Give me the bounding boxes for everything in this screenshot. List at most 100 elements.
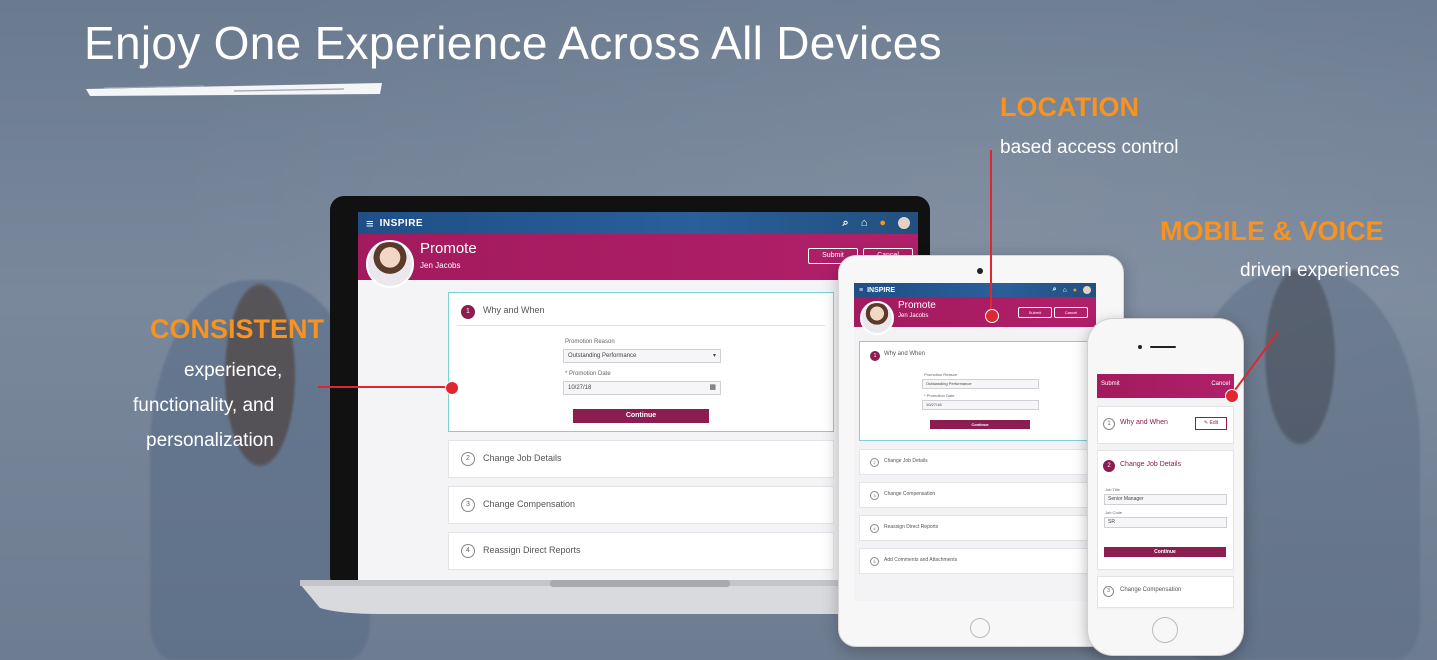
brand-logo: INSPIRE xyxy=(867,286,896,294)
step-card-change-job-details: 2 Change Job Details Job Title Senior Ma… xyxy=(1097,450,1234,570)
mobile-pointer-dot xyxy=(1225,389,1239,403)
cancel-button[interactable]: Cancel xyxy=(1054,307,1088,318)
tablet-nav-bar: ≡ INSPIRE ⌕ ⌂ ● xyxy=(854,283,1096,297)
promotion-reason-select[interactable]: Outstanding Performance ▾ xyxy=(563,349,721,363)
step-number-3: 3 xyxy=(461,498,475,512)
step-label-change-compensation: Change Compensation xyxy=(1120,587,1182,593)
notification-icon[interactable]: ● xyxy=(879,217,886,229)
consistent-callout-line3: personalization xyxy=(146,430,274,451)
step-label-change-compensation: Change Compensation xyxy=(483,499,576,509)
step-label-change-compensation: Change Compensation xyxy=(884,491,936,497)
promotion-reason-label: Promotion Reason xyxy=(924,372,958,377)
step-card-reassign-direct-reports[interactable]: 4 Reassign Direct Reports xyxy=(859,515,1091,541)
consistent-callout-line1: experience, xyxy=(184,360,283,381)
consistent-callout-title: CONSISTENT xyxy=(150,314,325,344)
user-avatar-icon[interactable] xyxy=(1083,286,1091,294)
home-icon[interactable]: ⌂ xyxy=(861,217,868,229)
job-code-label: Job Code xyxy=(1105,510,1123,515)
consistent-pointer-line xyxy=(318,386,450,388)
promotion-reason-label: Promotion Reason xyxy=(565,339,615,345)
step-card-why-and-when: 1 Why and When Promotion Reason Outstand… xyxy=(448,292,834,432)
promotion-date-input[interactable]: 10/27/18 ▦ xyxy=(563,381,721,395)
promotion-reason-select[interactable]: Outstanding Performance xyxy=(922,379,1039,389)
step-label-change-job-details: Change Job Details xyxy=(483,453,562,463)
employee-name: Jen Jacobs xyxy=(898,313,929,319)
phone-camera xyxy=(1138,345,1142,349)
page-heading: Promote xyxy=(420,240,477,257)
consistent-pointer-dot xyxy=(445,381,459,395)
step-number-3: 3 xyxy=(1103,586,1114,597)
app-header: Promote Jen Jacobs Submit Cancel xyxy=(358,234,918,288)
search-icon[interactable]: ⌕ xyxy=(843,217,849,230)
page-heading: Promote xyxy=(898,300,936,311)
step-label-reassign-direct-reports: Reassign Direct Reports xyxy=(483,545,581,555)
continue-button[interactable]: Continue xyxy=(573,409,709,423)
step-card-change-compensation[interactable]: 3 Change Compensation xyxy=(1097,576,1234,608)
brand-logo: INSPIRE xyxy=(379,217,424,229)
menu-icon[interactable]: ≡ xyxy=(859,287,863,294)
step-number-2: 2 xyxy=(870,458,879,467)
consistent-callout-line2: functionality, and xyxy=(133,395,275,416)
search-icon[interactable]: ⌕ xyxy=(1053,286,1057,294)
tablet-screen: ≡ INSPIRE ⌕ ⌂ ● Promote Jen Jacobs Submi… xyxy=(854,283,1096,601)
laptop-screen: ≡ INSPIRE ⌕ ⌂ ● Promote Jen Jacobs Submi… xyxy=(358,212,918,582)
location-pointer-line xyxy=(990,150,992,314)
job-title-input[interactable]: Senior Manager xyxy=(1104,494,1227,505)
step-number-2: 2 xyxy=(461,452,475,466)
step-label-why-and-when[interactable]: Why and When xyxy=(884,351,925,357)
step-number-4: 4 xyxy=(870,524,879,533)
continue-button[interactable]: Continue xyxy=(930,420,1030,429)
continue-button[interactable]: Continue xyxy=(1104,547,1226,557)
submit-button[interactable]: Submit xyxy=(1018,307,1052,318)
step-number-1: 1 xyxy=(870,351,880,361)
chevron-down-icon: ▾ xyxy=(712,353,716,359)
job-title-label: Job Title xyxy=(1105,487,1120,492)
location-pointer-dot xyxy=(985,309,999,323)
location-callout-text: based access control xyxy=(1000,137,1179,158)
step-card-change-job-details[interactable]: 2 Change Job Details xyxy=(859,449,1091,475)
mobile-callout-text: driven experiences xyxy=(1240,260,1400,281)
job-code-input[interactable]: SR xyxy=(1104,517,1227,528)
step-card-change-job-details[interactable]: 2 Change Job Details xyxy=(448,440,834,478)
step-number-1: 1 xyxy=(461,305,475,319)
mobile-callout-title: MOBILE & VOICE xyxy=(1160,216,1384,246)
page-title: Enjoy One Experience Across All Devices xyxy=(84,17,942,69)
calendar-icon[interactable]: ▦ xyxy=(709,382,716,394)
app-nav-bar: ≡ INSPIRE ⌕ ⌂ ● xyxy=(358,212,918,234)
notification-icon[interactable]: ● xyxy=(1073,287,1077,294)
submit-button[interactable]: Submit xyxy=(1101,381,1120,387)
brush-underline xyxy=(86,83,382,96)
promotion-date-input[interactable]: 10/27/18 xyxy=(922,400,1039,410)
phone-app-header: Submit Cancel xyxy=(1097,374,1234,398)
step-label-add-comments: Add Comments and Attachments xyxy=(884,557,958,563)
pencil-icon: ✎ xyxy=(1203,420,1209,426)
employee-avatar xyxy=(366,240,414,288)
user-avatar-icon[interactable] xyxy=(898,217,910,229)
tablet-home-button[interactable] xyxy=(970,618,990,638)
step-number-3: 3 xyxy=(870,491,879,500)
employee-name: Jen Jacobs xyxy=(420,261,461,270)
step-number-5: 5 xyxy=(870,557,879,566)
phone-home-button[interactable] xyxy=(1152,617,1178,643)
location-callout-title: LOCATION xyxy=(1000,92,1139,122)
slide: Enjoy One Experience Across All Devices … xyxy=(0,0,1437,660)
step-card-change-compensation[interactable]: 3 Change Compensation xyxy=(448,486,834,524)
step-label-change-job-details: Change Job Details xyxy=(884,458,928,464)
phone-speaker xyxy=(1150,346,1176,348)
step-card-why-and-when[interactable]: 1 Why and When ✎ Edit xyxy=(1097,406,1234,444)
step-card-change-compensation[interactable]: 3 Change Compensation xyxy=(859,482,1091,508)
tablet-app-header: Promote Jen Jacobs Submit Cancel xyxy=(854,297,1096,335)
step-label-change-job-details: Change Job Details xyxy=(1120,461,1182,468)
step-card-reassign-direct-reports[interactable]: 4 Reassign Direct Reports xyxy=(448,532,834,570)
home-icon[interactable]: ⌂ xyxy=(1063,287,1067,294)
edit-button[interactable]: ✎ Edit xyxy=(1195,417,1227,430)
step-card-why-and-when: 1 Why and When Promotion Reason Outstand… xyxy=(859,341,1091,441)
employee-avatar xyxy=(860,301,894,335)
promotion-date-label: * Promotion Date xyxy=(924,393,955,398)
step-number-4: 4 xyxy=(461,544,475,558)
step-card-add-comments[interactable]: 5 Add Comments and Attachments xyxy=(859,548,1091,574)
menu-icon[interactable]: ≡ xyxy=(366,216,374,231)
tablet-camera xyxy=(977,268,983,274)
step-number-2: 2 xyxy=(1103,460,1115,472)
step-label-why-and-when[interactable]: Why and When xyxy=(483,305,545,315)
